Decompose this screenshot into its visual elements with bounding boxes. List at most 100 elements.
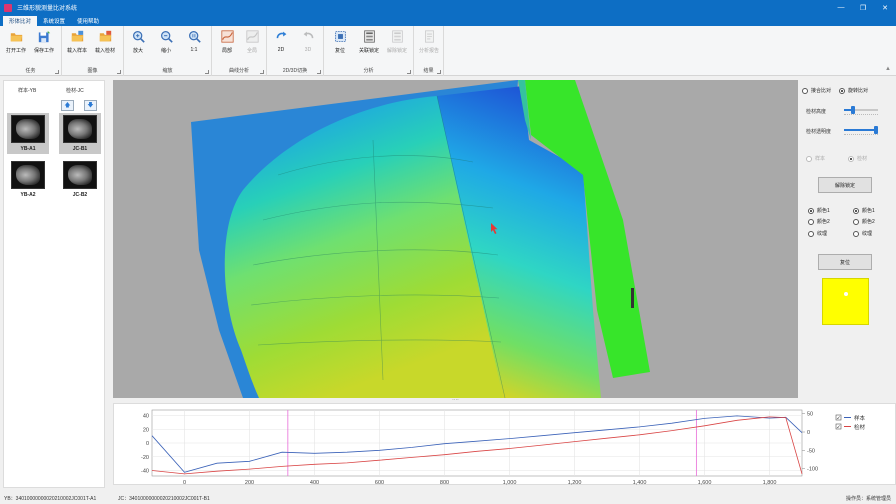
switch-2d-button[interactable]: 2D xyxy=(269,29,293,55)
ribbon-group-task: 打开工作 保存工作 任务 xyxy=(0,26,62,76)
switch-2d-icon xyxy=(276,31,286,39)
title-bar: 三维形貌测量比对系统 — ❐ ✕ xyxy=(0,0,896,15)
folder-open-icon xyxy=(10,33,22,42)
app-logo-icon xyxy=(4,3,12,12)
load-sample-icon xyxy=(71,30,83,42)
group-expand-icon[interactable] xyxy=(317,70,321,74)
target-sample-radio[interactable]: 样本 xyxy=(806,155,825,162)
profile-chart-svg: 0 200 400 600 800 1,000 1,200 1,400 1,600 1,80040… xyxy=(141,409,866,486)
group-expand-icon[interactable] xyxy=(117,70,121,74)
tab-system-settings[interactable]: 系统设置 xyxy=(37,16,71,26)
group-expand-icon[interactable] xyxy=(407,70,411,74)
thumbnail-image xyxy=(11,115,45,143)
open-work-button[interactable]: 打开工作 xyxy=(4,29,28,55)
profile-chart[interactable]: 0 200 400 600 800 1,000 1,200 1,400 1,600 1,800 40… xyxy=(113,403,896,486)
local-curve-button[interactable]: 局部 xyxy=(215,29,239,55)
thumbnail-jc-b1[interactable]: JC-B1 xyxy=(59,113,101,154)
move-up-button[interactable]: 🡅 xyxy=(61,100,74,111)
zoom-actual-button[interactable]: 1:1 xyxy=(182,29,206,55)
group-expand-icon[interactable] xyxy=(205,70,209,74)
material-height-label: 检材高度 xyxy=(806,109,827,115)
x-tick-label: 0 xyxy=(183,480,186,486)
thumbnail-jc-b2[interactable]: JC-B2 xyxy=(59,159,101,200)
y-left-tick-label: 20 xyxy=(143,427,149,433)
switch-3d-button[interactable]: 3D xyxy=(296,29,320,55)
switch-3d-icon xyxy=(303,31,313,39)
right-texture-radio[interactable]: 纹理 xyxy=(853,230,872,237)
maximize-button[interactable]: ❐ xyxy=(852,0,874,15)
thumbnail-yb-a1[interactable]: YB-A1 xyxy=(7,113,49,154)
ribbon-collapse-icon[interactable]: ▲ xyxy=(885,66,891,72)
mode-joint-compare-radio[interactable]: 接合比对 xyxy=(802,87,831,94)
ribbon-group-image: 载入样本 载入检材 图像 xyxy=(62,26,124,76)
group-expand-icon[interactable] xyxy=(55,70,59,74)
ribbon-group-2d3d: 2D 3D 2D/3D切换 xyxy=(267,26,324,76)
ribbon-group-zoom: 放大 缩小 1:1 缩放 xyxy=(124,26,212,76)
global-curve-button[interactable]: 全局 xyxy=(240,29,264,55)
x-tick-label: 1,000 xyxy=(503,480,517,486)
link-lock-button[interactable]: 关联锁定 xyxy=(357,29,381,55)
link-lock-icon xyxy=(363,30,375,43)
move-down-button[interactable]: 🡇 xyxy=(84,100,97,111)
group-expand-icon[interactable] xyxy=(437,70,441,74)
load-material-icon xyxy=(99,30,111,42)
material-column-header: 检材-JC xyxy=(66,88,84,94)
y-left-tick-label: -20 xyxy=(141,455,149,461)
status-sample-id: YB：34010000000020210002JC001T-A1 xyxy=(4,496,97,502)
reset-button[interactable]: 复位 xyxy=(818,254,872,270)
reset-view-icon xyxy=(334,31,346,42)
minimize-button[interactable]: — xyxy=(830,0,852,15)
local-curve-icon xyxy=(220,30,234,43)
legend-label: 样本 xyxy=(854,414,866,422)
left-color1-radio[interactable]: 颜色1 xyxy=(808,207,830,214)
group-expand-icon[interactable] xyxy=(260,70,264,74)
ribbon-group-curve: 局部 全局 曲线分析 xyxy=(212,26,267,76)
color-swatch[interactable] xyxy=(822,278,869,325)
close-button[interactable]: ✕ xyxy=(874,0,896,15)
right-color2-radio[interactable]: 颜色2 xyxy=(853,218,875,225)
x-tick-label: 800 xyxy=(440,480,449,486)
unlock-button[interactable]: 解除锁定 xyxy=(818,177,872,193)
legend-check-mark: ✓ xyxy=(837,425,841,431)
left-texture-radio[interactable]: 纹理 xyxy=(808,230,827,237)
3d-view-canvas[interactable] xyxy=(113,80,798,398)
target-material-radio[interactable]: 检材 xyxy=(848,155,867,162)
tab-shape-compare[interactable]: 形体比对 xyxy=(3,16,38,26)
ribbon: 打开工作 保存工作 任务 载入样本 载入检材 图像 放大 缩小 1:1 缩放 局… xyxy=(0,26,896,76)
mode-rotate-compare-radio[interactable]: 旋转比对 xyxy=(839,87,868,94)
y-right-tick-label: 0 xyxy=(807,430,810,436)
zoom-in-icon xyxy=(132,31,145,43)
thumbnail-yb-a2[interactable]: YB-A2 xyxy=(7,159,49,200)
window-title: 三维形貌测量比对系统 xyxy=(17,6,78,12)
zoom-in-button[interactable]: 放大 xyxy=(126,29,150,55)
edge-mark xyxy=(631,288,634,308)
x-tick-label: 400 xyxy=(310,480,319,486)
unlock-ribbon-button[interactable]: 解除锁定 xyxy=(385,29,409,55)
x-tick-label: 1,400 xyxy=(633,480,647,486)
legend-label: 检材 xyxy=(854,423,866,431)
material-opacity-slider[interactable] xyxy=(844,126,879,135)
swatch-point xyxy=(844,292,848,296)
status-bar: YB：34010000000020210002JC001T-A1 JC：3401… xyxy=(0,492,896,504)
status-operator: 操作员：系统管理员 xyxy=(845,496,891,502)
x-tick-label: 1,800 xyxy=(763,480,777,486)
analysis-report-button[interactable]: 分析报告 xyxy=(417,29,441,55)
right-color1-radio[interactable]: 颜色1 xyxy=(853,207,875,214)
x-tick-label: 1,200 xyxy=(568,480,582,486)
save-work-button[interactable]: 保存工作 xyxy=(32,29,56,55)
thumbnail-image xyxy=(11,161,45,189)
load-material-button[interactable]: 载入检材 xyxy=(93,29,117,55)
report-icon xyxy=(424,30,434,43)
y-left-tick-label: -40 xyxy=(141,469,149,475)
left-color2-radio[interactable]: 颜色2 xyxy=(808,218,830,225)
zoom-out-button[interactable]: 缩小 xyxy=(154,29,178,55)
load-sample-button[interactable]: 载入样本 xyxy=(65,29,89,55)
y-right-tick-label: 50 xyxy=(807,412,813,418)
material-height-slider[interactable] xyxy=(844,106,878,115)
tab-help[interactable]: 使用帮助 xyxy=(71,16,105,26)
material-opacity-label: 检材透明度 xyxy=(806,129,832,135)
x-tick-label: 600 xyxy=(375,480,384,486)
surface-render xyxy=(191,80,650,398)
ribbon-group-result: 分析报告 结果 xyxy=(414,26,444,76)
reset-view-button[interactable]: 复位 xyxy=(328,29,352,55)
